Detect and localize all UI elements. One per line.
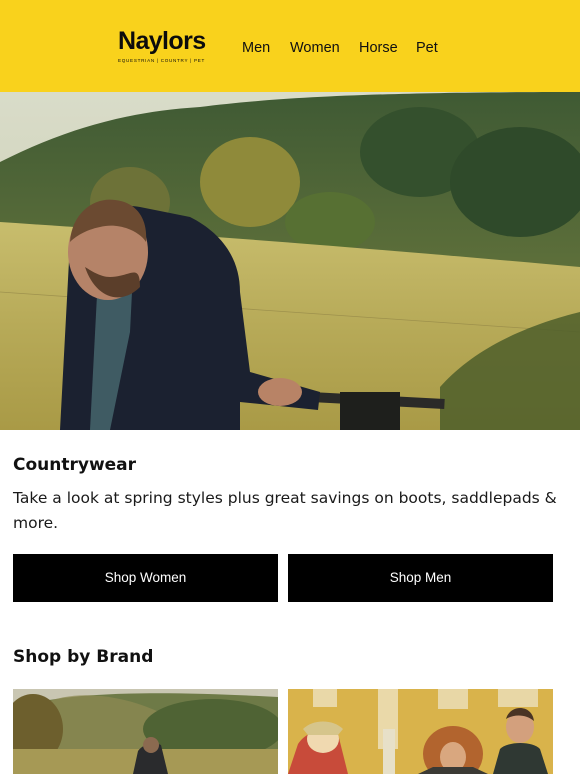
nav-link-women[interactable]: Women bbox=[290, 40, 340, 56]
hero-photo bbox=[0, 92, 580, 430]
section-title-countrywear: Countrywear bbox=[13, 455, 137, 475]
section-title-shop-by-brand: Shop by Brand bbox=[13, 647, 154, 667]
naylors-logo[interactable]: Naylors EQUESTRIAN | COUNTRY | PET bbox=[118, 27, 210, 67]
nav-link-men[interactable]: Men bbox=[242, 40, 270, 56]
brand-card-1-photo bbox=[13, 689, 278, 774]
logo-tagline: EQUESTRIAN | COUNTRY | PET bbox=[118, 58, 206, 63]
site-header: Naylors EQUESTRIAN | COUNTRY | PET Men W… bbox=[0, 0, 580, 92]
nav-link-horse[interactable]: Horse bbox=[359, 40, 398, 56]
hero-image[interactable] bbox=[0, 92, 580, 430]
brand-card-2[interactable] bbox=[288, 689, 553, 774]
logo-wordmark: Naylors bbox=[118, 27, 206, 55]
brand-card-2-photo bbox=[288, 689, 553, 774]
shop-women-button[interactable]: Shop Women bbox=[13, 554, 278, 602]
brand-card-1[interactable] bbox=[13, 689, 278, 774]
countrywear-description: Take a look at spring styles plus great … bbox=[13, 489, 557, 532]
shop-men-button[interactable]: Shop Men bbox=[288, 554, 553, 602]
nav-link-pet[interactable]: Pet bbox=[416, 40, 438, 56]
